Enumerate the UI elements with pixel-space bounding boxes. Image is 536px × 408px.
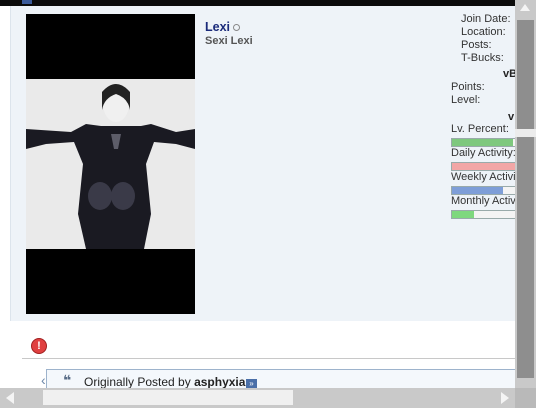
location-label: Location: xyxy=(461,26,506,38)
monthly-activity-label: Monthly Activ xyxy=(451,195,516,207)
posts-label: Posts: xyxy=(461,39,492,51)
vb-heading-2: v xyxy=(508,111,515,123)
daily-activity-fill xyxy=(452,163,516,170)
arrow-link-icon[interactable]: » xyxy=(246,379,257,388)
monthly-activity-fill xyxy=(452,211,475,218)
quote-icon: ❝ xyxy=(63,372,72,388)
daily-activity-label: Daily Activity: xyxy=(451,147,516,159)
lv-percent-fill xyxy=(452,139,513,146)
lv-percent-bar xyxy=(451,138,517,147)
horizontal-scrollbar[interactable] xyxy=(0,388,515,408)
lv-percent-label: Lv. Percent: xyxy=(451,123,509,135)
weekly-activity-bar xyxy=(451,186,517,195)
points-label: Points: xyxy=(451,81,485,93)
post-divider xyxy=(22,358,515,359)
navbar-icon xyxy=(22,0,32,4)
quote-arrow-icon: ‹ xyxy=(41,372,46,388)
weekly-activity-fill xyxy=(452,187,504,194)
level-label: Level: xyxy=(451,94,481,106)
quote-prefix: Originally Posted by xyxy=(84,375,191,389)
quote-author[interactable]: asphyxia xyxy=(194,375,245,389)
monthly-activity-bar xyxy=(451,210,517,219)
tbucks-label: T-Bucks: xyxy=(461,52,504,64)
weekly-activity-label: Weekly Activit xyxy=(451,171,519,183)
daily-activity-bar xyxy=(451,162,517,171)
scroll-track-gap xyxy=(515,129,536,137)
horizontal-scroll-thumb[interactable] xyxy=(43,390,293,405)
vertical-scrollbar[interactable] xyxy=(515,0,536,388)
scroll-up-icon[interactable] xyxy=(520,4,530,11)
offline-status-icon xyxy=(233,24,240,31)
username-link[interactable]: Lexi xyxy=(205,20,230,34)
warning-icon[interactable]: ! xyxy=(31,338,47,354)
join-date-label: Join Date: xyxy=(461,13,511,25)
scroll-right-icon[interactable] xyxy=(501,392,509,404)
scroll-left-icon[interactable] xyxy=(6,392,14,404)
user-avatar[interactable] xyxy=(26,14,195,314)
avatar-image xyxy=(26,14,195,314)
vertical-scroll-thumb[interactable] xyxy=(517,20,534,378)
user-title: Sexi Lexi xyxy=(205,35,253,47)
scrollbar-corner xyxy=(515,388,536,408)
quote-header: Originally Posted by asphyxia xyxy=(84,375,245,389)
